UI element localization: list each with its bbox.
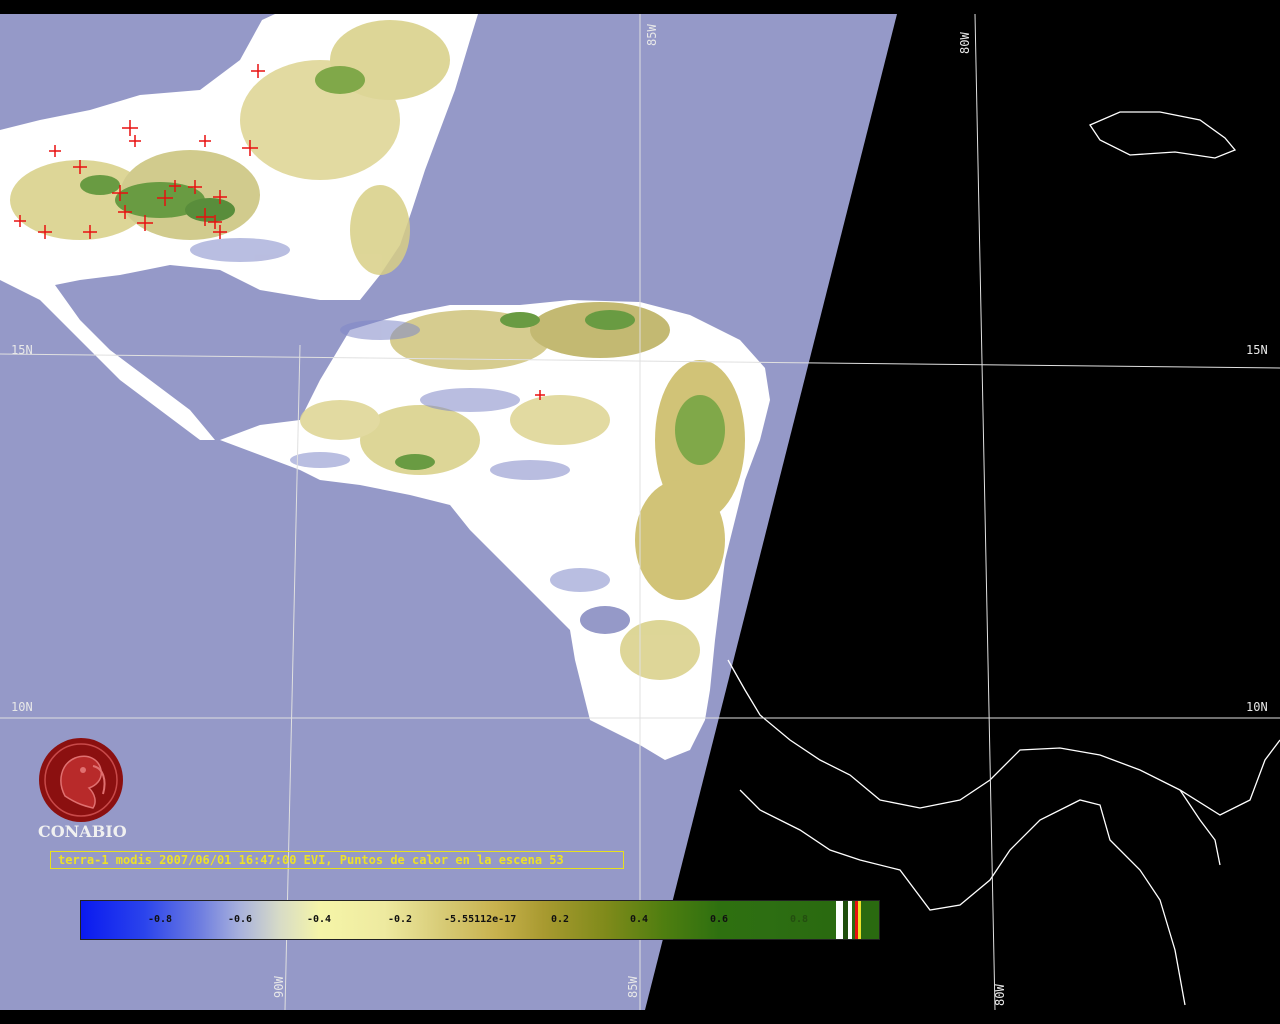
label-lat-left-15n: 15N: [11, 343, 33, 357]
label-lon-top-80w: 80W: [958, 32, 972, 54]
colorbar-tick: -0.6: [228, 914, 253, 925]
lake-nicaragua: [580, 606, 630, 634]
label-lon-bottom-80w: 80W: [993, 984, 1007, 1006]
label-lon-top-85w: 85W: [645, 24, 659, 46]
label-lon-bottom-85w: 85W: [626, 976, 640, 998]
label-lat-right-10n: 10N: [1246, 700, 1268, 714]
scene-caption: terra-1 modis 2007/06/01 16:47:00 EVI, P…: [50, 851, 624, 869]
colorbar-tick: -0.2: [388, 914, 413, 925]
label-lon-bottom-90w: 90W: [272, 976, 286, 998]
label-lat-right-15n: 15N: [1246, 343, 1268, 357]
map-canvas: [0, 0, 1280, 1024]
colorbar-yellow-strip: [858, 901, 861, 939]
conabio-logo: [39, 738, 123, 822]
colorbar-tick: 0.4: [630, 914, 649, 925]
colorbar-tick: 0.6: [710, 914, 729, 925]
colorbar-white-strip: [836, 901, 843, 939]
label-lat-left-10n: 10N: [11, 700, 33, 714]
colorbar-tick: -0.8: [148, 914, 173, 925]
organization-name: CONABIO: [38, 822, 127, 841]
colorbar-white-strip-2: [848, 901, 852, 939]
colorbar-tick: -0.4: [307, 914, 332, 925]
satellite-image-viewer: 85W 80W 90W 85W 80W 15N 15N 10N 10N CONA…: [0, 0, 1280, 1024]
colorbar-tick: 0.2: [551, 914, 570, 925]
colorbar-tick: -5.55112e-17: [444, 914, 517, 925]
colorbar-tick: 0.8: [790, 914, 809, 925]
